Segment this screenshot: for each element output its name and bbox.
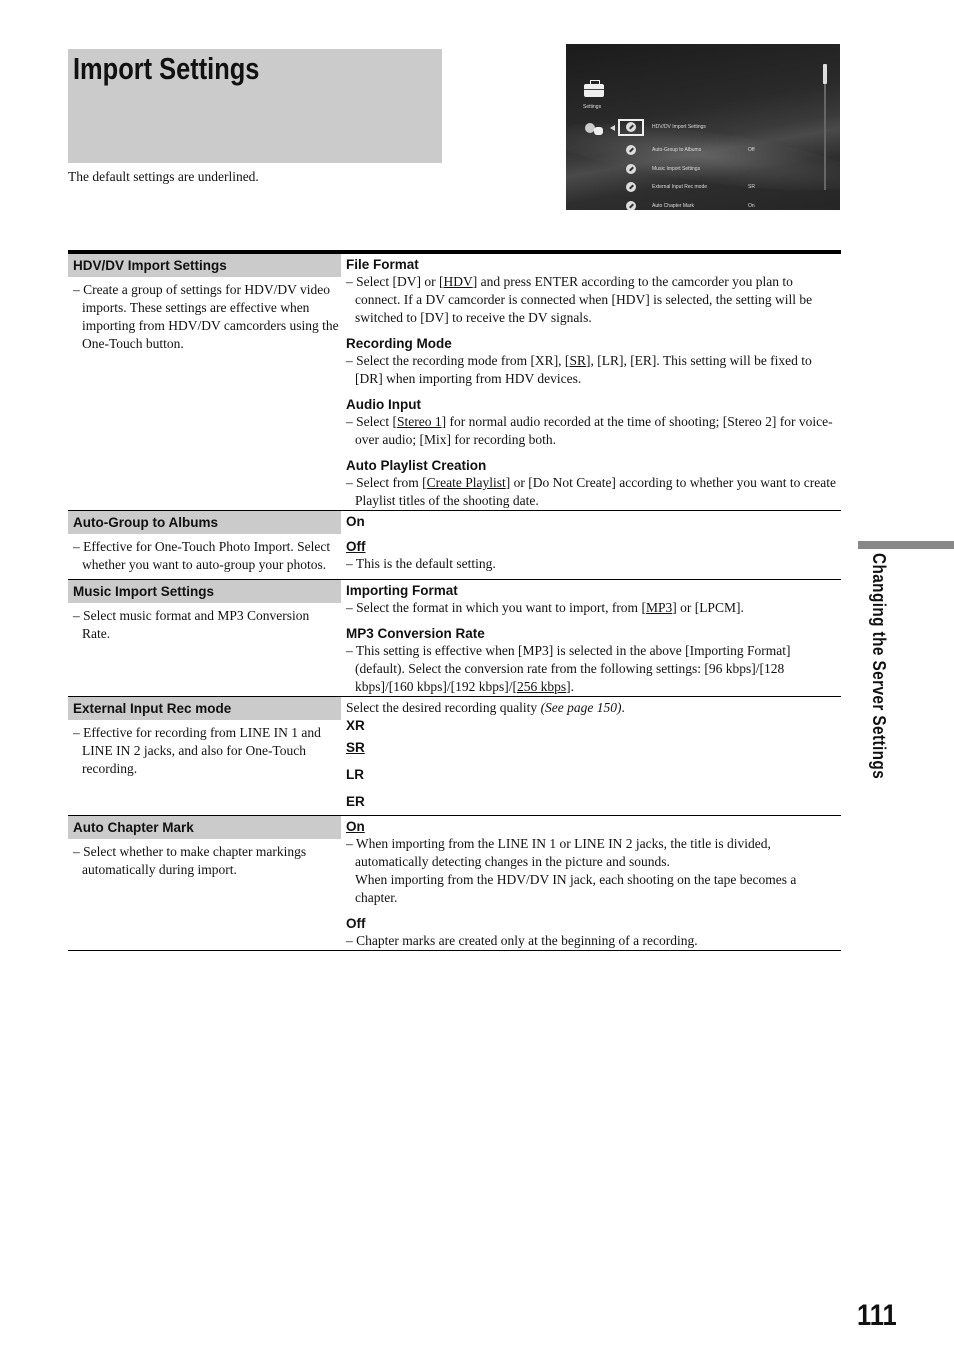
option-description: – Select the format in which you want to… [346, 600, 744, 615]
option-off: Off [346, 916, 366, 931]
screen-item-label: Auto Chapter Mark [652, 203, 694, 209]
section-hdv-dv-import: HDV/DV Import Settings – Create a group … [68, 252, 841, 511]
option-title: MP3 Conversion Rate [346, 626, 485, 641]
mode-lr: LR [346, 767, 364, 782]
section-description: – Effective for recording from LINE IN 1… [73, 725, 321, 776]
section-description: – Create a group of settings for HDV/DV … [73, 282, 339, 351]
option-description: – Select [Stereo 1] for normal audio rec… [346, 414, 833, 447]
option-description: – This is the default setting. [346, 556, 496, 571]
screen-menu-item: Auto-Group to Albums Off [626, 145, 826, 157]
section-external-input-rec: External Input Rec mode – Effective for … [68, 696, 841, 816]
wrench-icon [626, 164, 636, 174]
option-title: Auto Playlist Creation [346, 458, 487, 473]
section-title: Auto Chapter Mark [68, 816, 341, 839]
settings-category-label: Settings [583, 104, 602, 110]
option-description: When importing from the HDV/DV IN jack, … [355, 872, 797, 905]
option-title: File Format [346, 257, 419, 272]
section-description: – Effective for One-Touch Photo Import. … [73, 539, 331, 572]
option-description: – This setting is effective when [MP3] i… [346, 643, 791, 694]
option-title: Audio Input [346, 397, 421, 412]
screen-menu-item: External Input Rec mode SR [626, 182, 826, 194]
section-title: Music Import Settings [68, 580, 341, 603]
option-on-default: On [346, 819, 365, 834]
section-title: Auto-Group to Albums [68, 511, 341, 534]
title-banner: Import Settings [68, 49, 442, 163]
section-auto-chapter-mark: Auto Chapter Mark – Select whether to ma… [68, 815, 841, 951]
screen-item-label: External Input Rec mode [652, 184, 708, 190]
screen-item-value: Off [748, 147, 755, 153]
section-title: External Input Rec mode [68, 697, 341, 720]
section-description: – Select music format and MP3 Conversion… [73, 608, 310, 641]
left-arrow-icon [610, 125, 615, 131]
screen-menu-item: Music Import Settings [626, 164, 826, 176]
option-description: – When importing from the LINE IN 1 or L… [346, 836, 771, 869]
section-music-import: Music Import Settings – Select music for… [68, 579, 841, 697]
wrench-icon [626, 145, 636, 155]
option-description: – Select from [Create Playlist] or [Do N… [346, 475, 836, 508]
option-description: – Chapter marks are created only at the … [346, 933, 698, 948]
screen-item-label: HDV/DV Import Settings [652, 124, 706, 130]
section-auto-group-albums: Auto-Group to Albums – Effective for One… [68, 510, 841, 580]
database-icon [594, 127, 603, 135]
mode-sr-default: SR [346, 740, 365, 755]
section-description: – Select whether to make chapter marking… [73, 844, 307, 877]
screen-menu-item: Auto Chapter Mark On [626, 201, 826, 210]
mode-xr: XR [346, 718, 365, 733]
screen-item-label: Music Import Settings [652, 166, 701, 172]
side-tab-bar [858, 541, 954, 549]
side-tab-label: Changing the Server Settings [869, 553, 889, 780]
toolbox-icon [584, 80, 604, 97]
option-description: – Select the recording mode from [XR], [… [346, 353, 812, 386]
option-on: On [346, 514, 365, 529]
wrench-icon [626, 182, 636, 192]
section-title: HDV/DV Import Settings [68, 254, 341, 277]
screen-menu-item: HDV/DV Import Settings [626, 122, 826, 134]
page-number: 111 [857, 1299, 897, 1332]
wrench-icon [626, 201, 636, 210]
settings-table: HDV/DV Import Settings – Create a group … [68, 250, 841, 951]
wrench-icon [626, 122, 636, 132]
screen-item-value: On [748, 203, 755, 209]
option-title: Recording Mode [346, 336, 452, 351]
option-title: Importing Format [346, 583, 458, 598]
settings-screen-screenshot: Settings HDV/DV Import Settings Auto-Gro… [566, 44, 840, 210]
screen-item-label: Auto-Group to Albums [652, 147, 702, 153]
page-title: Import Settings [73, 51, 260, 86]
default-note: The default settings are underlined. [68, 169, 259, 184]
screen-item-value: SR [748, 184, 755, 190]
mode-er: ER [346, 794, 365, 809]
option-off-default: Off [346, 539, 366, 554]
option-description: – Select [DV] or [HDV] and press ENTER a… [346, 274, 813, 325]
recording-quality-intro: Select the desired recording quality (Se… [346, 700, 625, 715]
scrollbar-thumb [823, 64, 827, 84]
